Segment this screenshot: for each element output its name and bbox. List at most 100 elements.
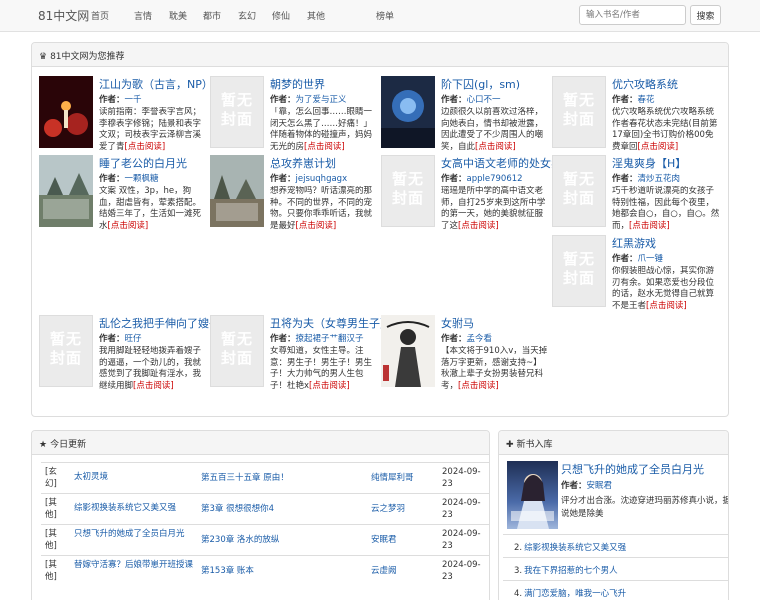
update-date: 2024-09-23 — [442, 498, 481, 520]
book-cover[interactable] — [381, 315, 435, 387]
book-cover-placeholder[interactable]: 暂无 封面 — [552, 76, 606, 148]
book-title[interactable]: 朝梦的世界 — [270, 76, 390, 92]
book-card: 暂无 封面 优穴攻略系统 作者：春花 优穴攻略系统优穴攻略系统作者春花状态未完结(目前第… — [552, 76, 722, 164]
cover-placeholder-text: 暂无 封面 — [220, 330, 253, 367]
update-book-title[interactable]: 替嫁守活寡？后娘带崽开班授课 — [74, 559, 194, 571]
update-category: [其他] — [45, 529, 57, 551]
update-author[interactable]: 安眠君 — [371, 533, 441, 545]
cover-placeholder-text: 暂无 封面 — [562, 170, 595, 207]
recommend-panel: ♛ 81中文网为您推荐 江山为歌（古言，NP） 作者：一千 读前指南：李誉表字言风；李… — [31, 42, 729, 417]
newbook-featured-author: 作者：安眠君 — [561, 481, 613, 491]
book-cover-placeholder[interactable]: 暂无 封面 — [210, 76, 264, 148]
update-chapter[interactable]: 第3章 很想很想你4 — [201, 502, 361, 514]
update-book-title[interactable]: 太初灵境 — [74, 471, 194, 483]
book-card: 女驸马 作者：孟今看 【本文将于910入v，当天掉落万字更新，感谢支持~】秋澈上辈子… — [381, 315, 551, 403]
book-title[interactable]: 淫鬼爽身【H】 — [612, 155, 728, 171]
update-chapter[interactable]: 第230章 洛水的放纵 — [201, 533, 361, 545]
book-cover[interactable] — [39, 155, 93, 227]
update-chapter[interactable]: 第153章 账本 — [201, 564, 361, 576]
nav-romance[interactable]: 言情 — [134, 9, 152, 22]
nav-other[interactable]: 其他 — [307, 9, 325, 22]
book-author: 作者：旺仔 — [99, 334, 142, 344]
update-author[interactable]: 云虚阙 — [371, 564, 441, 576]
updates-panel: ★ 今日更新 [玄幻] 太初灵境 第五百三十五章 原由！ 纯情犀利哥 2024-09-23… — [31, 430, 490, 600]
book-cover[interactable] — [381, 76, 435, 148]
book-title[interactable]: 乱伦之我把手伸向了嫂子的裙底(繁体) — [99, 315, 219, 331]
book-author: 作者：清炒五花肉 — [612, 174, 681, 184]
update-date: 2024-09-23 — [442, 529, 481, 551]
book-author: 作者：jejsuqhgagx — [270, 174, 348, 184]
update-book-title[interactable]: 综影视换装系统它又美又强 — [74, 502, 194, 514]
nav-home[interactable]: 首页 — [91, 9, 109, 22]
book-cover-image — [39, 76, 93, 148]
book-title[interactable]: 丑将为夫（女尊男生子） — [270, 315, 390, 331]
nav-xianxia[interactable]: 修仙 — [272, 9, 290, 22]
book-cover[interactable] — [210, 155, 264, 227]
read-link[interactable]: [点击阅读] — [629, 221, 670, 231]
read-link[interactable]: [点击阅读] — [309, 381, 350, 391]
book-intro: 女尊知道，女性主导。注意：男生子！男生子！男生子！大力帅气的男人生包子！杜艳x[… — [270, 346, 373, 391]
update-chapter[interactable]: 第五百三十五章 原由！ — [201, 471, 361, 483]
read-link[interactable]: [点击阅读] — [125, 142, 166, 152]
read-link[interactable]: [点击阅读] — [133, 381, 174, 391]
read-link[interactable]: [点击阅读] — [646, 301, 687, 311]
top-navbar: 81中文网 首页 言情 耽美 都市 玄幻 修仙 其他 榜单 搜索 — [0, 0, 760, 32]
book-card: 睡了老公的白月光 作者：一颗枫糖 文案 双性，3p，he，狗血，甜虐皆有，荤素搭配。… — [39, 155, 209, 243]
nav-fantasy[interactable]: 玄幻 — [238, 9, 256, 22]
plus-icon: ✚ — [506, 440, 514, 450]
newbook-featured-title[interactable]: 只想飞升的她成了全员白月光 — [561, 461, 728, 477]
book-intro: 我用脚趾轻轻地拨弄着嫂子的逼逼，一个劲儿的，我就感觉到了我脚趾有淫水，我继续用脚… — [99, 346, 202, 391]
read-link[interactable]: [点击阅读] — [458, 221, 499, 231]
search-button[interactable]: 搜索 — [690, 5, 721, 25]
book-title[interactable]: 优穴攻略系统 — [612, 76, 728, 92]
book-cover[interactable] — [39, 76, 93, 148]
search-input[interactable] — [579, 5, 686, 25]
book-title[interactable]: 总攻养崽计划 — [270, 155, 390, 171]
book-cover-placeholder[interactable]: 暂无 封面 — [210, 315, 264, 387]
update-row: [其他] 综影视换装系统它又美又强 第3章 很想很想你4 云之梦羽 2024-09-23 — [41, 493, 489, 523]
read-link[interactable]: [点击阅读] — [475, 142, 516, 152]
book-card: 江山为歌（古言，NP） 作者：一千 读前指南：李誉表字言风；李穆表字修锦；陆景和表字… — [39, 76, 213, 164]
newbook-cover[interactable] — [507, 461, 558, 529]
book-cover-placeholder[interactable]: 暂无 封面 — [39, 315, 93, 387]
read-link[interactable]: [点击阅读] — [458, 381, 499, 391]
book-cover-image — [39, 155, 93, 227]
site-brand[interactable]: 81中文网 — [38, 7, 89, 24]
book-title[interactable]: 红黑游戏 — [612, 235, 728, 251]
read-link[interactable]: [点击阅读] — [638, 142, 679, 152]
book-intro: 文案 双性，3p，he，狗血，甜虐皆有，荤素搭配。结婚三年了，生活如一滩死水[点… — [99, 186, 202, 231]
update-category: [玄幻] — [45, 467, 57, 489]
read-link[interactable]: [点击阅读] — [296, 221, 337, 231]
update-author[interactable]: 纯情犀利哥 — [371, 471, 441, 483]
star-icon: ★ — [39, 440, 48, 450]
book-cover-placeholder[interactable]: 暂无 封面 — [381, 155, 435, 227]
newbooks-panel: ✚ 新书入库 只想飞升的她成了全员白月光 作者：安眠君 评分才出合涨。沈迹穿进玛丽… — [498, 430, 729, 600]
book-title[interactable]: 睡了老公的白月光 — [99, 155, 219, 171]
nav-danmei[interactable]: 耽美 — [169, 9, 187, 22]
newbook-list-item[interactable]: 2. 综影视换装系统它又美又强 — [503, 534, 728, 557]
book-cover-placeholder[interactable]: 暂无 封面 — [552, 235, 606, 307]
nav-ranking[interactable]: 榜单 — [376, 9, 394, 22]
cover-placeholder-text: 暂无 封面 — [220, 91, 253, 128]
crown-icon: ♛ — [39, 52, 48, 62]
book-card: 暂无 封面 红黑游戏 作者：爪一锤 你假装胆战心惊，其实你游刃有余。如果恋爱也分段位的话… — [552, 235, 722, 323]
newbook-list-item[interactable]: 3. 我在下界招惹的七个男人 — [503, 557, 728, 580]
book-card: 暂无封面 乱伦之我把手伸向了嫂子的裙底(繁体) 作者：旺仔我用脚趾轻轻地拨弄着嫂子的… — [39, 315, 219, 403]
read-link[interactable]: [点击阅读] — [108, 221, 149, 231]
book-author: 作者：心口不一 — [441, 95, 501, 105]
cover-placeholder-text: 暂无 封面 — [562, 91, 595, 128]
book-cover-image — [210, 155, 264, 227]
book-title[interactable]: 女驸马 — [441, 315, 561, 331]
newbook-list-item[interactable]: 4. 满门恋爱脑，唯我一心飞升 — [503, 580, 728, 600]
book-cover-placeholder[interactable]: 暂无 封面 — [552, 155, 606, 227]
update-author[interactable]: 云之梦羽 — [371, 502, 441, 514]
nav-urban[interactable]: 都市 — [203, 9, 221, 22]
update-row: [玄幻] 太初灵境 第五百三十五章 原由！ 纯情犀利哥 2024-09-23 — [41, 462, 489, 492]
read-link[interactable]: [点击阅读] — [304, 142, 345, 152]
book-title[interactable]: 阶下囚(gl，sm) — [441, 76, 561, 92]
updates-heading: ★ 今日更新 — [32, 431, 489, 455]
book-card: 暂无 封面 淫鬼爽身【H】 作者：清炒五花肉 巧千秒道听说漂亮的女孩子特别性福，因此每个… — [552, 155, 722, 243]
update-book-title[interactable]: 只想飞升的她成了全员白月光 — [74, 528, 194, 540]
book-title[interactable]: 江山为歌（古言，NP） — [99, 76, 219, 92]
book-title[interactable]: 女高中语文老师的处女卖淫经历 — [441, 155, 561, 171]
